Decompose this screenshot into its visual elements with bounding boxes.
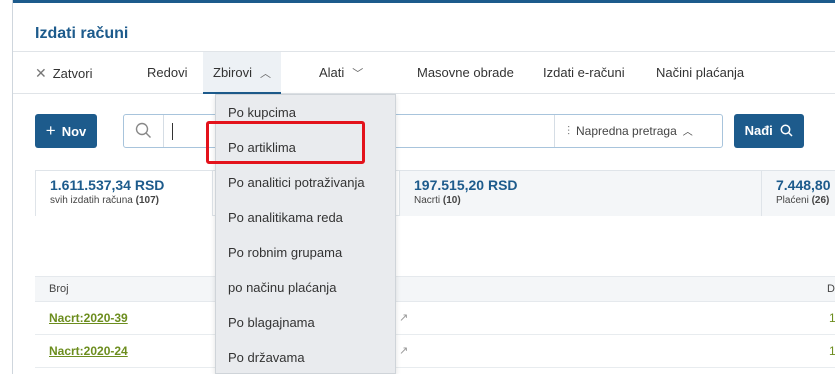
- summary-bar: 1.611.537,34 RSD svih izdatih računa (10…: [35, 170, 835, 216]
- plus-icon: +: [45, 121, 56, 140]
- dropdown-item-by-countries[interactable]: Po državama: [216, 340, 395, 374]
- top-accent-bar: [13, 0, 835, 3]
- dropdown-item-by-receivables[interactable]: Po analitici potraživanja: [216, 165, 395, 200]
- close-icon: ✕: [35, 65, 47, 81]
- summary-paid-label: Plaćeni (26): [776, 195, 830, 206]
- payment-methods-label: Načini plaćanja: [656, 65, 745, 80]
- summary-total-label: svih izdatih računa (107): [50, 195, 159, 206]
- advanced-search-label: Napredna pretraga: [576, 124, 677, 138]
- advanced-search-toggle[interactable]: ⫶ Napredna pretraga ︿: [554, 115, 722, 147]
- find-button-label: Nađi: [744, 123, 773, 138]
- summary-drafts-card[interactable]: 197.515,20 RSD Nacrti (10): [399, 171, 761, 216]
- rows-menu[interactable]: Redovi: [147, 52, 187, 94]
- chevron-down-icon: ﹀: [352, 68, 364, 80]
- invoice-number-link[interactable]: Nacrt:2020-39: [49, 311, 128, 325]
- summary-paid-amount: 7.448,80: [776, 177, 831, 193]
- search-icon: [780, 124, 793, 137]
- page-title: Izdati računi: [35, 25, 129, 42]
- invoice-number-link[interactable]: Nacrt:2020-24: [49, 344, 128, 358]
- sliders-icon: ⫶: [567, 124, 571, 138]
- text-cursor: [172, 123, 173, 140]
- highlight-annotation: [206, 121, 365, 164]
- menubar: ✕ Zatvori Redovi Zbirovi ︿ Alati ﹀ Masovne …: [13, 51, 835, 94]
- close-button[interactable]: ✕ Zatvori: [35, 52, 92, 94]
- column-number[interactable]: Broj: [49, 283, 69, 295]
- dropdown-item-by-goods-groups[interactable]: Po robnim grupama: [216, 235, 395, 270]
- close-label: Zatvori: [52, 66, 93, 81]
- bulk-processing-menu[interactable]: Masovne obrade: [417, 52, 514, 94]
- einvoices-label: Izdati e-računi: [543, 65, 625, 80]
- column-right[interactable]: D: [827, 283, 835, 295]
- rows-label: Redovi: [147, 65, 188, 80]
- tools-label: Alati: [319, 65, 345, 80]
- dropdown-item-by-cash-registers[interactable]: Po blagajnama: [216, 305, 395, 340]
- summaries-label: Zbirovi: [213, 65, 253, 80]
- bulk-label: Masovne obrade: [417, 65, 514, 80]
- chevron-up-icon: ︿: [260, 68, 272, 80]
- app-window: Izdati računi ✕ Zatvori Redovi Zbirovi ︿ A…: [12, 0, 835, 374]
- tools-menu[interactable]: Alati ﹀: [319, 52, 363, 94]
- summaries-menu[interactable]: Zbirovi ︿: [203, 52, 282, 94]
- dropdown-item-by-payment-method[interactable]: po načinu plaćanja: [216, 270, 395, 305]
- table-header: Broj D: [35, 276, 835, 302]
- row-value: 14: [829, 311, 835, 325]
- dropdown-item-by-row-analytics[interactable]: Po analitikama reda: [216, 200, 395, 235]
- summary-drafts-amount: 197.515,20 RSD: [414, 177, 518, 193]
- einvoices-menu[interactable]: Izdati e-računi: [543, 52, 625, 94]
- summary-paid-card[interactable]: 7.448,80 Plaćeni (26): [761, 171, 835, 216]
- payment-methods-menu[interactable]: Načini plaćanja: [656, 52, 744, 94]
- chevron-up-icon: ︿: [682, 127, 693, 138]
- summary-drafts-label: Nacrti (10): [414, 195, 461, 206]
- summary-total-amount: 1.611.537,34 RSD: [50, 177, 165, 193]
- search-icon: [124, 115, 164, 147]
- new-button-label: Nov: [61, 124, 87, 139]
- find-button[interactable]: Nađi: [734, 114, 804, 148]
- new-button[interactable]: + Nov: [35, 114, 97, 148]
- row-value: 17: [829, 344, 835, 358]
- external-link-icon[interactable]: ↗: [399, 311, 408, 324]
- table-row[interactable]: Nacrt:2020-24 ↗ 17: [35, 335, 835, 368]
- summary-total-card[interactable]: 1.611.537,34 RSD svih izdatih računa (10…: [35, 171, 213, 216]
- external-link-icon[interactable]: ↗: [399, 344, 408, 357]
- table-row[interactable]: Nacrt:2020-39 ↗ 14: [35, 302, 835, 335]
